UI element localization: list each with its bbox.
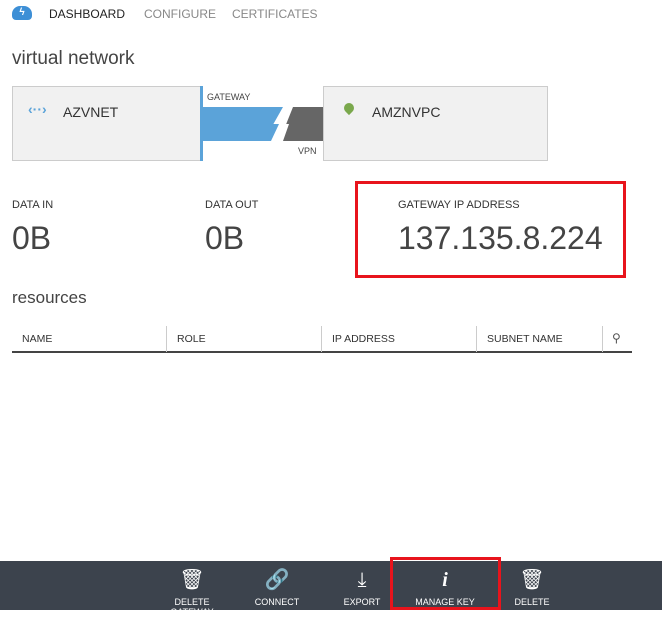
gateway-label: GATEWAY	[207, 92, 251, 102]
button-label: DELETE GATEWAY	[170, 597, 214, 617]
column-header-role[interactable]: ROLE	[167, 326, 322, 352]
search-icon[interactable]: ⚲	[612, 331, 621, 345]
data-out-label: DATA OUT	[205, 199, 259, 211]
resources-title: resources	[12, 288, 87, 307]
tab-certificates[interactable]: CERTIFICATES	[232, 7, 318, 21]
connect-button[interactable]: 🔗 CONNECT	[247, 561, 307, 610]
command-bar: 🗑 DELETE GATEWAY 🔗 CONNECT ⤓ EXPORT i MANAGE…	[0, 561, 662, 617]
vpn-label: VPN	[298, 146, 317, 156]
button-label: EXPORT	[343, 597, 381, 607]
column-header-ip-address[interactable]: IP ADDRESS	[322, 326, 477, 352]
gateway-line	[200, 86, 203, 161]
link-icon: 🔗	[264, 569, 290, 591]
virtual-network-icon: ‹··›	[28, 101, 47, 117]
column-header-name[interactable]: NAME	[12, 326, 167, 352]
trash-icon: 🗑	[179, 569, 205, 591]
local-network-tile[interactable]: ‹··› AZVNET	[12, 86, 202, 161]
tab-configure[interactable]: CONFIGURE	[144, 7, 216, 21]
data-in-label: DATA IN	[12, 199, 54, 211]
highlight-box-gateway-ip	[355, 181, 626, 278]
remote-network-tile[interactable]: AMZNVPC	[323, 86, 548, 161]
delete-button[interactable]: 🗑 DELETE	[507, 561, 557, 610]
connection-blue	[203, 107, 283, 141]
delete-gateway-button[interactable]: 🗑 DELETE GATEWAY	[152, 561, 232, 617]
button-label: CONNECT	[254, 597, 300, 607]
tab-dashboard[interactable]: DASHBOARD	[49, 7, 125, 21]
remote-network-name: AMZNVPC	[372, 104, 441, 120]
download-icon: ⤓	[357, 569, 367, 591]
column-header-subnet-name[interactable]: SUBNET NAME	[477, 326, 603, 352]
azure-cloud-logo-icon[interactable]: ϟ	[12, 6, 32, 20]
page-title: virtual network	[12, 48, 135, 69]
button-label: DELETE	[514, 597, 550, 607]
data-out-value: 0B	[205, 220, 245, 256]
local-network-name: AZVNET	[63, 104, 119, 120]
export-button[interactable]: ⤓ EXPORT	[337, 561, 387, 610]
data-in-value: 0B	[12, 220, 52, 256]
trash-icon: 🗑	[519, 569, 545, 591]
highlight-box-manage-key	[390, 557, 501, 610]
location-pin-icon	[341, 100, 357, 116]
connection-gray	[283, 107, 323, 141]
